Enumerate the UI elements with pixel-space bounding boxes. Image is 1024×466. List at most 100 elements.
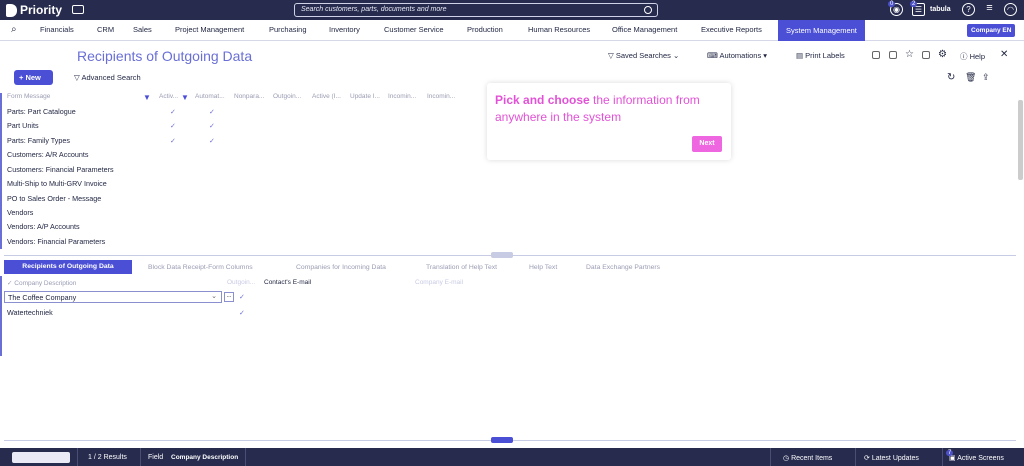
results-count: 1 / 2 Results: [88, 454, 127, 461]
menu-purchasing[interactable]: Purchasing: [269, 25, 307, 34]
menu-crm[interactable]: CRM: [97, 25, 114, 34]
screens-icon: ▣: [949, 455, 958, 462]
account-icon[interactable]: ◠: [1004, 3, 1017, 16]
keyboard-icon[interactable]: [72, 5, 84, 14]
tab-recipients-of-outgoing-data[interactable]: Recipients of Outgoing Data: [4, 260, 132, 274]
chevron-down-icon: ⌄: [670, 51, 680, 60]
header-automatic[interactable]: Automat...: [195, 93, 225, 100]
menu-production[interactable]: Production: [467, 25, 503, 34]
active-screens-button[interactable]: ▣ Active Screens: [949, 454, 1004, 462]
header-incoming-2[interactable]: Incomin...: [427, 93, 455, 100]
search-icon[interactable]: [644, 6, 652, 14]
sync-icon: ⟳: [864, 455, 872, 462]
active-checkmark[interactable]: ✓: [170, 122, 176, 130]
menu-inventory[interactable]: Inventory: [329, 25, 360, 34]
close-icon[interactable]: ✕: [1000, 49, 1008, 60]
clock-icon: ◷: [783, 455, 792, 462]
header-outgoing[interactable]: Outgoin...: [227, 279, 255, 286]
header-active-incoming[interactable]: Active (I...: [312, 93, 341, 100]
automation-icon: ⌨: [707, 51, 720, 60]
active-checkmark[interactable]: ✓: [170, 137, 176, 145]
tab-help-text[interactable]: Help Text: [529, 264, 557, 271]
outgoing-checkmark[interactable]: ✓: [239, 309, 245, 317]
field-label: Field: [148, 454, 164, 461]
global-search-input[interactable]: Search customers, parts, documents and m…: [294, 3, 658, 17]
menu-customer-service[interactable]: Customer Service: [384, 25, 444, 34]
excel-icon[interactable]: [922, 51, 930, 59]
tab-companies-incoming[interactable]: Companies for Incoming Data: [296, 264, 386, 271]
automatic-checkmark[interactable]: ✓: [209, 122, 215, 130]
header-contact-email[interactable]: Contact's E-mail: [264, 279, 311, 286]
star-icon[interactable]: ☆: [905, 49, 914, 60]
automations-button[interactable]: ⌨ Automations ▾: [707, 51, 767, 60]
menu-human-resources[interactable]: Human Resources: [528, 25, 590, 34]
trash-icon[interactable]: 🗑: [965, 72, 976, 83]
table-row[interactable]: Parts: Part Catalogue: [7, 107, 76, 116]
menu-executive-reports[interactable]: Executive Reports: [701, 25, 762, 34]
header-outgoing[interactable]: Outgoin...: [273, 93, 301, 100]
table-row[interactable]: Customers: Financial Parameters: [7, 165, 114, 174]
outgoing-checkmark[interactable]: ✓: [239, 293, 245, 301]
print-labels-button[interactable]: ▤ Print Labels: [796, 51, 845, 60]
latest-updates-button[interactable]: ⟳ Latest Updates: [864, 454, 919, 462]
table-row[interactable]: Customers: A/R Accounts: [7, 150, 89, 159]
header-form-message[interactable]: Form Message: [7, 93, 50, 100]
separator: [245, 448, 246, 466]
menu-financials[interactable]: Financials: [40, 25, 74, 34]
user-name[interactable]: tabula: [930, 6, 951, 13]
choose-button[interactable]: ...: [224, 292, 234, 302]
lower-table-border: [0, 276, 2, 356]
column-filter-icon[interactable]: ▼: [143, 93, 151, 102]
hamburger-menu-icon[interactable]: ≡: [983, 3, 996, 16]
table-row[interactable]: Vendors: [7, 208, 33, 217]
menu-office-management[interactable]: Office Management: [612, 25, 677, 34]
menu-project-management[interactable]: Project Management: [175, 25, 244, 34]
automatic-checkmark[interactable]: ✓: [209, 108, 215, 116]
recent-items-button[interactable]: ◷ Recent Items: [783, 454, 832, 462]
help-circle-icon: ⓘ: [960, 52, 970, 61]
vertical-scrollbar[interactable]: [1018, 100, 1023, 180]
company-description-field[interactable]: The Coffee Company ⌄: [4, 291, 222, 303]
help-icon[interactable]: ?: [962, 3, 975, 16]
header-company-email[interactable]: Company E-mail: [415, 279, 463, 286]
header-active[interactable]: Activ...: [159, 93, 178, 100]
pane-resize-handle[interactable]: [491, 252, 513, 258]
saved-searches-button[interactable]: ▽ Saved Searches ⌄: [608, 51, 679, 60]
column-filter-icon[interactable]: ▼: [181, 93, 189, 102]
tab-translation-help[interactable]: Translation of Help Text: [426, 264, 497, 271]
header-nonparallel[interactable]: Nonpara...: [234, 93, 264, 100]
table-view-icon[interactable]: [872, 51, 880, 59]
menu-system-management[interactable]: System Management: [778, 20, 865, 41]
menu-sales[interactable]: Sales: [133, 25, 152, 34]
popup-next-button[interactable]: Next: [692, 136, 722, 152]
status-box: [12, 452, 70, 463]
automatic-checkmark[interactable]: ✓: [209, 137, 215, 145]
advanced-search-button[interactable]: ▽ Advanced Search: [74, 73, 141, 82]
form-view-icon[interactable]: [889, 51, 897, 59]
tab-data-exchange-partners[interactable]: Data Exchange Partners: [586, 264, 660, 271]
bottom-resize-handle[interactable]: [491, 437, 513, 443]
table-row[interactable]: Vendors: Financial Parameters: [7, 237, 105, 246]
priority-logo-icon: [6, 3, 17, 17]
table-row[interactable]: Watertechniek: [7, 308, 53, 317]
priority-logo[interactable]: Priority: [6, 3, 62, 17]
menu-search-icon[interactable]: ⌕: [11, 24, 17, 35]
refresh-icon[interactable]: ↻: [947, 72, 955, 83]
table-row[interactable]: Vendors: A/P Accounts: [7, 222, 80, 231]
table-row[interactable]: Parts: Family Types: [7, 136, 70, 145]
active-checkmark[interactable]: ✓: [170, 108, 176, 116]
tab-block-data-receipt[interactable]: Block Data Receipt-Form Columns: [148, 264, 253, 271]
new-record-button[interactable]: + New: [14, 70, 53, 85]
company-selector[interactable]: Company EN: [967, 24, 1016, 37]
export-icon[interactable]: ⇪: [982, 72, 990, 83]
dropdown-arrow-icon[interactable]: ⌄: [211, 292, 217, 300]
header-incoming-1[interactable]: Incomin...: [388, 93, 416, 100]
help-button[interactable]: ⓘ Help: [960, 51, 985, 62]
printer-icon: ▤: [796, 51, 806, 60]
gear-icon[interactable]: ⚙: [938, 49, 947, 60]
header-update-incoming[interactable]: Update I...: [350, 93, 380, 100]
table-row[interactable]: PO to Sales Order - Message: [7, 194, 101, 203]
table-row[interactable]: Multi-Ship to Multi-GRV Invoice: [7, 179, 107, 188]
header-company-description[interactable]: ✓ Company Description: [7, 279, 76, 287]
table-row[interactable]: Part Units: [7, 121, 39, 130]
